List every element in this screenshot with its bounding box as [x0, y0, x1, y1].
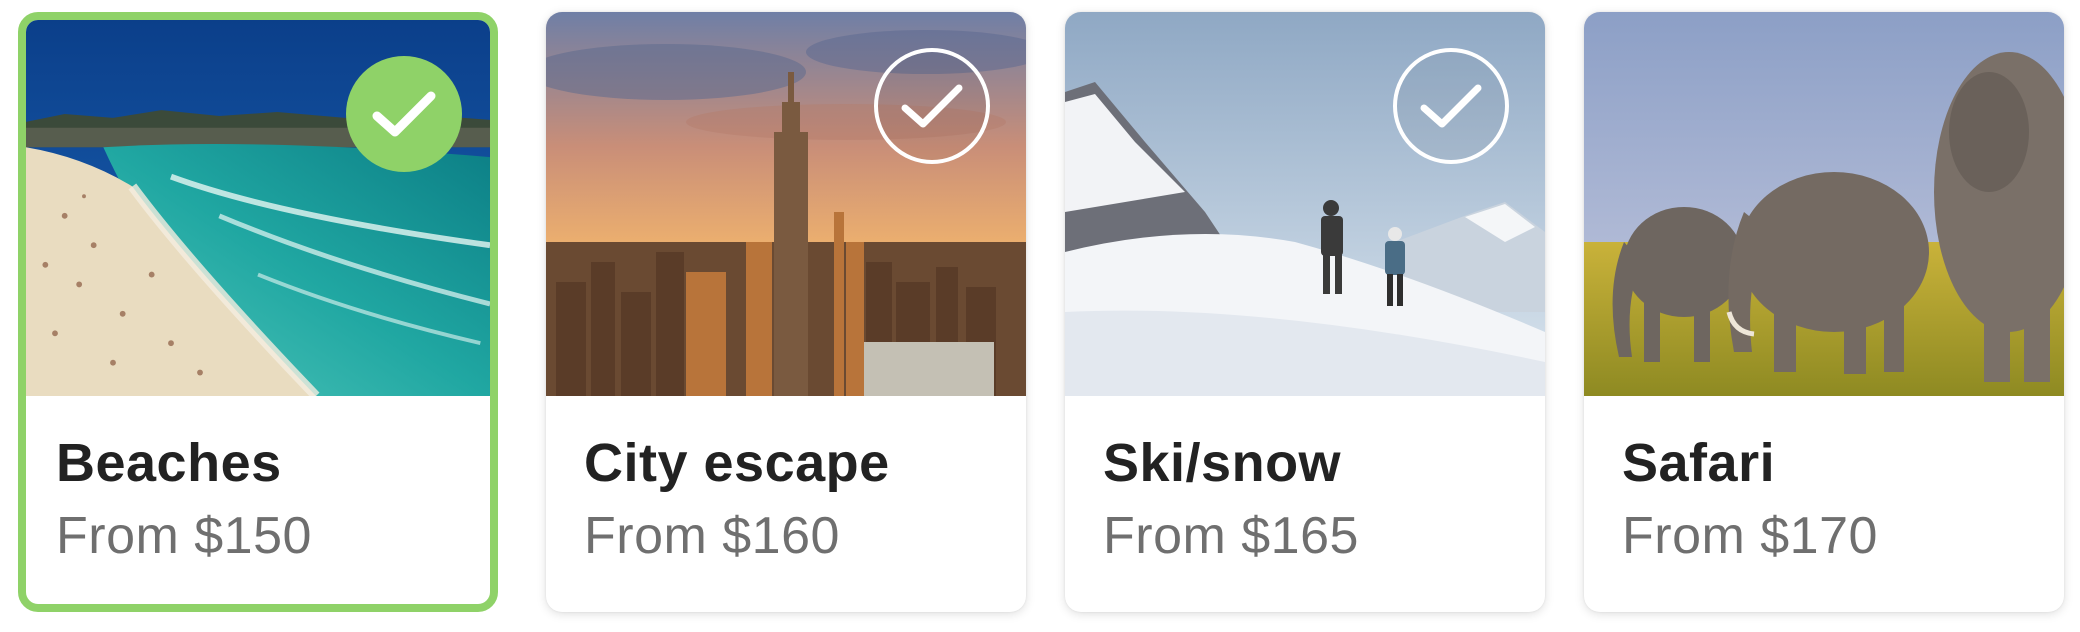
check-icon[interactable] [874, 48, 990, 164]
card-title: City escape [584, 433, 890, 493]
card-city-escape[interactable]: City escape From $160 [546, 12, 1026, 612]
card-price: From $170 [1622, 507, 1878, 565]
card-title: Safari [1622, 433, 1776, 493]
card-safari[interactable]: Safari From $170 [1584, 12, 2064, 612]
check-icon[interactable] [1393, 48, 1509, 164]
check-icon[interactable] [346, 56, 462, 172]
elephants-photo [1584, 12, 2064, 396]
card-title: Ski/snow [1103, 433, 1342, 493]
card-price: From $150 [56, 507, 312, 565]
card-title: Beaches [56, 433, 282, 493]
destination-cards: Beaches From $150 City escape From $160 … [0, 0, 2080, 632]
card-beaches[interactable]: Beaches From $150 [18, 12, 498, 612]
card-price: From $160 [584, 507, 840, 565]
card-price: From $165 [1103, 507, 1359, 565]
card-ski-snow[interactable]: Ski/snow From $165 [1065, 12, 1545, 612]
